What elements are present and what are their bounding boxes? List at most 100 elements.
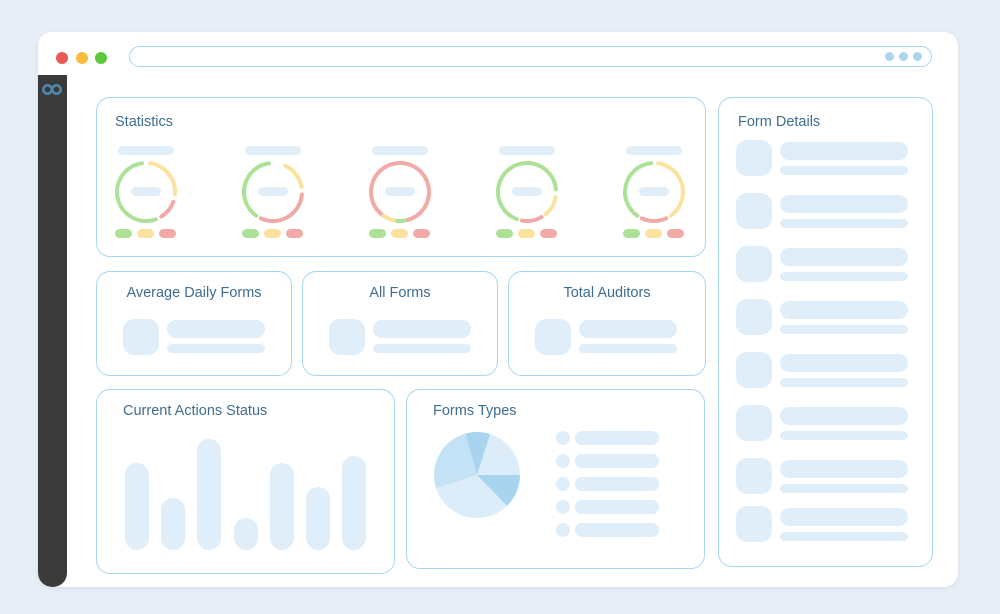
detail-item-icon [736, 352, 772, 388]
placeholder-value [373, 320, 471, 338]
more-dot-icon [899, 52, 908, 61]
detail-item-title [780, 195, 908, 213]
bar-chart [97, 390, 396, 575]
detail-item-subtitle [780, 484, 908, 493]
status-bar[interactable] [234, 517, 258, 550]
status-bar[interactable] [306, 486, 330, 550]
statistics-card: Statistics [96, 97, 706, 257]
detail-item-title [780, 142, 908, 160]
gauge-segment-red [158, 199, 175, 219]
forms-types-card: Forms Types [406, 389, 705, 569]
status-bar[interactable] [270, 463, 294, 550]
gauge-legend-green [622, 228, 640, 238]
status-bar[interactable] [161, 497, 185, 550]
gauge-legend-red [666, 228, 684, 238]
placeholder-value [579, 320, 677, 338]
pie-chart [434, 432, 520, 518]
gauge-label-placeholder [625, 145, 682, 155]
gauge-segment-red [639, 215, 668, 223]
gauge-label-placeholder [498, 145, 555, 155]
total-auditors-card[interactable]: Total Auditors [508, 271, 706, 376]
maximize-window-button[interactable] [95, 52, 107, 64]
gauge-value-placeholder [511, 186, 542, 196]
gauge-legend-red [539, 228, 557, 238]
gauge-legend-red [285, 228, 303, 238]
gauge-segment-red [258, 192, 304, 223]
more-dot-icon [885, 52, 894, 61]
legend-label [575, 477, 659, 491]
detail-item-icon [736, 140, 772, 176]
gauge-segment-yellow [543, 194, 558, 216]
detail-item-title [780, 460, 908, 478]
gauge-segment-red [519, 214, 543, 223]
status-bar[interactable] [125, 463, 149, 550]
detail-item-icon [736, 246, 772, 282]
legend-swatch [556, 500, 570, 514]
detail-item-subtitle [780, 325, 908, 334]
detail-item-icon [736, 506, 772, 542]
average-daily-forms-title: Average Daily Forms [126, 285, 262, 301]
legend-label [575, 523, 659, 537]
minimize-window-button[interactable] [76, 52, 88, 64]
gauge-label-placeholder [117, 145, 174, 155]
detail-item-subtitle [780, 166, 908, 175]
total-auditors-title: Total Auditors [563, 285, 651, 301]
gauge-legend-red [158, 228, 176, 238]
detail-item-subtitle [780, 532, 908, 541]
current-actions-status-card: Current Actions Status [96, 389, 395, 574]
detail-item-icon [736, 458, 772, 494]
placeholder-label [579, 344, 677, 353]
detail-item-icon [736, 405, 772, 441]
status-bar[interactable] [342, 455, 366, 550]
placeholder-icon [329, 319, 365, 355]
detail-item-subtitle [780, 378, 908, 387]
infinity-logo-icon[interactable] [41, 83, 63, 96]
gauge-legend-yellow [517, 228, 535, 238]
legend-swatch [556, 431, 570, 445]
detail-item-title [780, 407, 908, 425]
status-bar[interactable] [197, 439, 221, 550]
form-details-card: Form Details [718, 97, 933, 567]
sidebar [38, 75, 67, 587]
gauge-label-placeholder [371, 145, 428, 155]
detail-item-subtitle [780, 219, 908, 228]
gauge-legend-green [241, 228, 259, 238]
gauge-legend-green [495, 228, 513, 238]
placeholder-icon [535, 319, 571, 355]
legend-label [575, 500, 659, 514]
detail-item-icon [736, 193, 772, 229]
gauge-legend-yellow [644, 228, 662, 238]
gauge-value-placeholder [384, 186, 415, 196]
placeholder-label [167, 344, 265, 353]
forms-types-title: Forms Types [433, 403, 517, 419]
gauge-legend-yellow [263, 228, 281, 238]
gauge-value-placeholder [638, 186, 669, 196]
more-dot-icon [913, 52, 922, 61]
detail-item-subtitle [780, 431, 908, 440]
gauge-value-placeholder [257, 186, 288, 196]
gauge-label-placeholder [244, 145, 301, 155]
gauge-segment-yellow [380, 213, 395, 222]
legend-swatch [556, 454, 570, 468]
address-bar[interactable] [129, 46, 932, 67]
all-forms-card[interactable]: All Forms [302, 271, 498, 376]
detail-item-title [780, 301, 908, 319]
gauge-legend-green [368, 228, 386, 238]
gauge-legend-yellow [390, 228, 408, 238]
detail-item-title [780, 248, 908, 266]
legend-label [575, 431, 659, 445]
gauge-value-placeholder [130, 186, 161, 196]
browser-window: Statistics Average Daily Forms All Forms… [38, 32, 958, 587]
legend-swatch [556, 477, 570, 491]
legend-swatch [556, 523, 570, 537]
detail-item-title [780, 354, 908, 372]
detail-item-title [780, 508, 908, 526]
gauges-group [114, 145, 685, 238]
gauge-legend-red [412, 228, 430, 238]
close-window-button[interactable] [56, 52, 68, 64]
placeholder-icon [123, 319, 159, 355]
form-details-title: Form Details [738, 114, 821, 130]
average-daily-forms-card[interactable]: Average Daily Forms [96, 271, 292, 376]
detail-item-icon [736, 299, 772, 335]
placeholder-label [373, 344, 471, 353]
